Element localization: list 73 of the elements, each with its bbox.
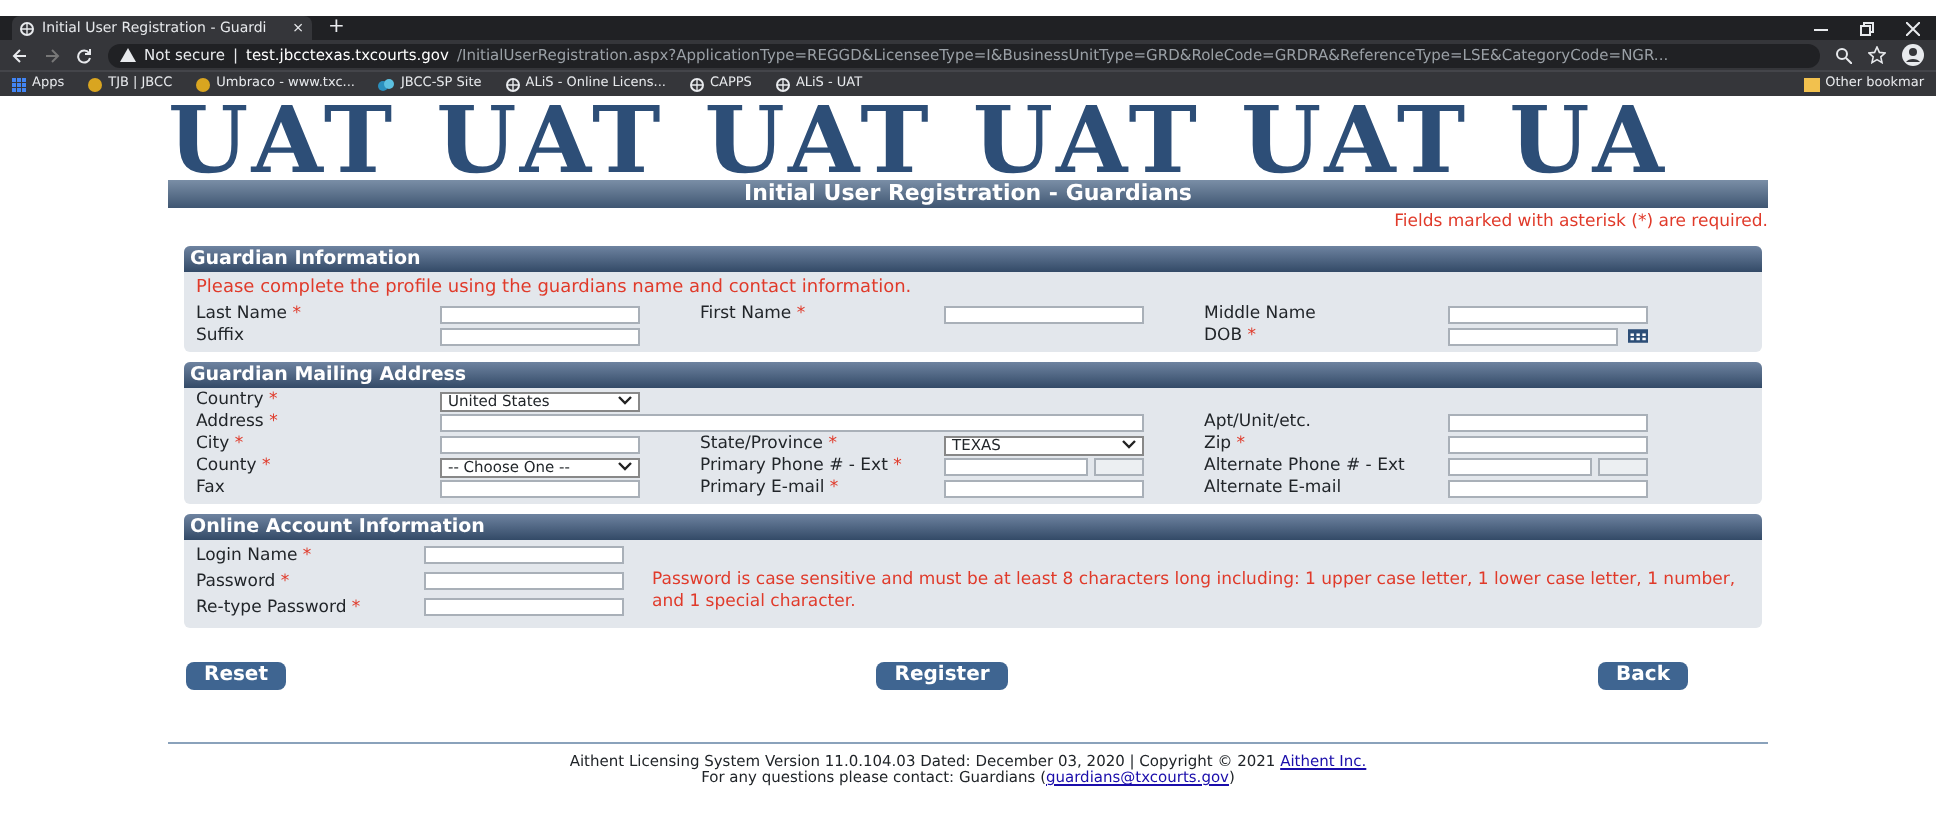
text-field[interactable] [1448,458,1592,477]
folder-icon [1803,77,1820,91]
text-field[interactable] [944,458,1088,477]
text-field[interactable] [440,480,640,499]
close-icon[interactable] [1906,21,1920,35]
field-label: Login Name * [196,544,314,570]
field-label: Last Name * [196,302,303,327]
text-field[interactable] [440,306,640,325]
banner-text: UAT UAT UAT UAT UAT UA [168,102,1672,178]
globe-icon [20,21,34,35]
field-label: Address * [196,410,280,435]
star-icon[interactable] [1868,46,1886,64]
text-field[interactable] [1448,328,1618,347]
text-field[interactable] [944,306,1144,325]
caret-icon [1122,440,1136,451]
cloud-icon [378,77,395,91]
text-field[interactable] [1448,480,1648,499]
globe-icon [689,77,704,91]
text-field[interactable] [424,546,624,565]
field-label: Primary Phone # - Ext * [700,454,904,479]
field-label: Re-type Password * [196,595,363,621]
field-label: Country * [196,388,280,413]
back-arrow-icon[interactable] [12,47,28,63]
field-label: First Name * [700,302,808,328]
section-header: Guardian Mailing Address [184,362,1762,389]
form-button[interactable]: Back [1598,661,1688,689]
seal-icon [196,77,211,91]
seal-icon [88,77,103,91]
form-button[interactable]: Register [876,661,1008,689]
warning-icon [120,48,136,62]
field-label: Fax [196,476,227,502]
section-header: Online Account Information [184,514,1762,541]
section-header: Guardian Information [184,245,1762,272]
grid-icon [12,77,26,91]
caret-icon [618,462,632,473]
text-field[interactable] [1448,414,1648,433]
field-label: County * [196,454,273,479]
new-tab-button[interactable]: + [328,16,345,40]
zoom-icon[interactable] [1836,47,1852,63]
field-label: Suffix [196,324,247,350]
password-rule-note: Password is case sensitive and must be at least 8 characters long including: 1 upper case letter, 1 lower case letter, 1 number, and 1 special character. [652,570,1738,616]
field-label: Primary E-mail * [700,476,841,502]
text-field[interactable] [1094,458,1144,477]
globe-icon [775,77,790,91]
field-label: Alternate Phone # - Ext [1204,454,1407,479]
calendar-icon[interactable] [1627,328,1648,345]
text-field[interactable] [424,572,624,590]
globe-icon [505,77,520,91]
restore-icon[interactable] [1860,21,1874,35]
caret-icon [618,396,632,407]
field-label: State/Province * [700,432,839,457]
text-field[interactable] [944,480,1144,499]
text-field[interactable] [440,328,640,347]
field-label: Middle Name [1204,302,1318,327]
profile-icon[interactable] [1902,44,1924,66]
field-label: Apt/Unit/etc. [1204,410,1314,435]
text-field[interactable] [1448,436,1648,455]
field-label: Zip * [1204,432,1248,457]
field-label: Password * [196,570,292,596]
field-label: City * [196,432,246,457]
form-button[interactable]: Reset [186,661,286,689]
text-field[interactable] [1448,306,1648,325]
text-field[interactable] [1598,458,1648,477]
required-note: Fields marked with asterisk (*) are required. [1392,210,1768,236]
text-field[interactable] [424,597,624,616]
intro-text: Please complete the profile using the guardians name and contact information. [194,275,914,302]
field-label: Alternate E-mail [1204,476,1344,502]
page-title-bar: Initial User Registration - Guardians [168,180,1768,208]
reload-icon[interactable] [76,47,92,63]
text-field[interactable] [440,414,1144,433]
field-label: DOB * [1204,324,1259,350]
forward-arrow-icon[interactable] [44,47,60,63]
text-field[interactable] [440,436,640,455]
